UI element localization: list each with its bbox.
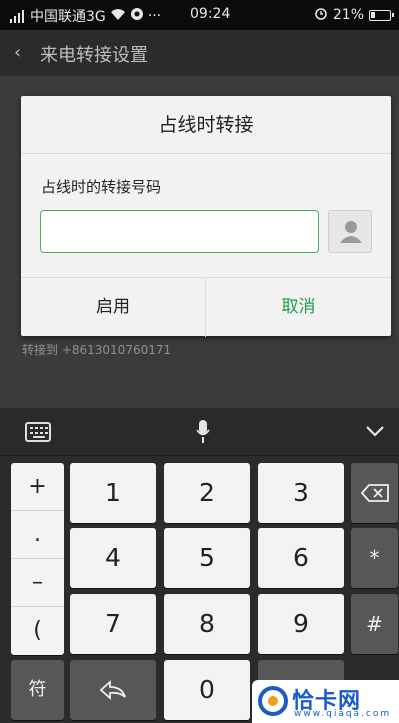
enable-button[interactable]: 启用 xyxy=(21,278,206,337)
forward-number-input[interactable] xyxy=(40,210,319,253)
watermark-logo-icon xyxy=(258,686,288,716)
digit-key-6[interactable]: 6 xyxy=(258,528,344,588)
status-bar: 中国联通3G ··· 09:24 21% xyxy=(0,0,399,30)
numeric-keyboard: + . – ( 1 2 3 4 5 6 * 7 8 9 # 符 0 xyxy=(0,408,399,723)
digit-key-0[interactable]: 0 xyxy=(164,660,250,720)
keyboard-toolbar xyxy=(0,408,399,456)
hash-key[interactable]: # xyxy=(351,594,398,654)
page-title: 来电转接设置 xyxy=(40,45,148,66)
battery-icon xyxy=(369,9,394,21)
battery-percent: 21% xyxy=(332,7,364,23)
paren-key[interactable]: ( xyxy=(11,607,64,655)
forward-dialog: 占线时转接 占线时的转接号码 启用 取消 xyxy=(21,96,391,337)
watermark-domain: www.qiaqa.com xyxy=(294,709,392,719)
back-chevron-icon[interactable]: ‹ xyxy=(14,42,21,63)
forward-number-text: 转接到 +8613010760171 xyxy=(22,343,172,357)
digit-key-5[interactable]: 5 xyxy=(164,528,250,588)
contact-icon xyxy=(340,221,362,243)
digit-key-8[interactable]: 8 xyxy=(164,594,250,654)
return-arrow-icon xyxy=(99,679,126,701)
symbol-switch-key[interactable]: 符 xyxy=(11,660,64,720)
carrier-text: 中国联通3G xyxy=(30,9,106,25)
clock: 09:24 xyxy=(190,6,231,22)
digit-key-4[interactable]: 4 xyxy=(70,528,156,588)
return-key[interactable] xyxy=(70,660,156,720)
signal-icon xyxy=(10,9,26,23)
cancel-button[interactable]: 取消 xyxy=(206,278,391,337)
hide-keyboard-chevron-icon[interactable] xyxy=(364,420,386,442)
asterisk-key[interactable]: * xyxy=(351,528,398,588)
microphone-icon[interactable] xyxy=(196,420,210,444)
plus-key[interactable]: + xyxy=(11,463,64,511)
number-label: 占线时的转接号码 xyxy=(41,178,162,196)
symbol-keys-column: + . – ( xyxy=(11,463,64,655)
dialog-title: 占线时转接 xyxy=(21,96,391,154)
dash-key[interactable]: – xyxy=(11,559,64,607)
dialog-button-row: 启用 取消 xyxy=(21,277,391,337)
digit-key-1[interactable]: 1 xyxy=(70,463,156,523)
watermark: 恰卡网 www.qiaqa.com xyxy=(252,680,399,723)
digit-key-2[interactable]: 2 xyxy=(164,463,250,523)
backspace-key[interactable] xyxy=(351,463,398,523)
digit-key-9[interactable]: 9 xyxy=(258,594,344,654)
sync-icon xyxy=(130,7,144,25)
backspace-icon xyxy=(360,484,389,502)
digit-key-7[interactable]: 7 xyxy=(70,594,156,654)
digit-key-3[interactable]: 3 xyxy=(258,463,344,523)
contact-picker-button[interactable] xyxy=(328,210,372,253)
page-header: ‹ 来电转接设置 xyxy=(0,30,399,76)
keyboard-switch-icon[interactable] xyxy=(25,422,51,442)
more-notifications: ··· xyxy=(147,8,162,24)
wifi-icon xyxy=(110,8,126,25)
alarm-icon xyxy=(314,6,328,24)
dot-key[interactable]: . xyxy=(11,511,64,559)
